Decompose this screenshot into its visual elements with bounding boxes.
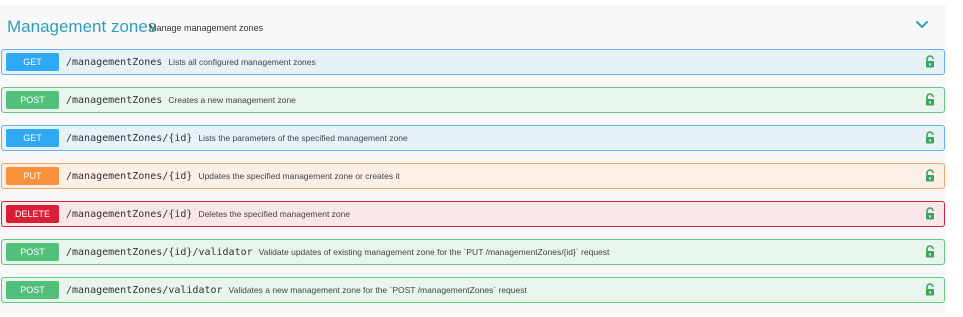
operation-path-line: /managementZones/{id} Updates the specifi…: [66, 164, 400, 188]
operation-path-line: /managementZones/{id} Deletes the specifi…: [66, 202, 350, 226]
operation-path: /managementZones: [66, 95, 163, 106]
operation-path-line: /managementZones/{id} Lists the parameter…: [66, 126, 408, 150]
method-badge: POST: [6, 243, 59, 261]
operation-summary: Updates the specified management zone or…: [198, 171, 400, 181]
unlock-icon[interactable]: [924, 207, 936, 221]
operation-path: /managementZones/{id}/validator: [66, 247, 253, 258]
operation-path: /managementZones/validator: [66, 285, 223, 296]
method-badge: POST: [6, 91, 59, 109]
method-badge: DELETE: [6, 205, 59, 223]
operation-get-management-zone-by-id[interactable]: GET /managementZones/{id} Lists the param…: [1, 125, 945, 151]
method-badge: POST: [6, 281, 59, 299]
operation-summary: Lists the parameters of the specified ma…: [198, 133, 408, 143]
section-description: Manage management zones: [149, 23, 264, 33]
operation-summary: Creates a new management zone: [168, 95, 296, 105]
operation-delete-management-zone[interactable]: DELETE /managementZones/{id} Deletes the …: [1, 201, 945, 227]
operation-post-validate-new-management-zone[interactable]: POST /managementZones/validator Validates…: [1, 277, 945, 303]
section-header[interactable]: Management zones Manage management zones: [0, 5, 946, 45]
operation-get-management-zones[interactable]: GET /managementZones Lists all configured…: [1, 49, 945, 75]
unlock-icon[interactable]: [924, 245, 936, 259]
operation-summary: Deletes the specified management zone: [198, 209, 351, 219]
unlock-icon[interactable]: [924, 55, 936, 69]
method-badge: GET: [6, 53, 59, 71]
method-badge: GET: [6, 129, 59, 147]
operation-path: /managementZones/{id}: [66, 133, 193, 144]
unlock-icon[interactable]: [924, 93, 936, 107]
operation-path-line: /managementZones Lists all configured man…: [66, 50, 316, 74]
method-badge: PUT: [6, 167, 59, 185]
operation-put-management-zone[interactable]: PUT /managementZones/{id} Updates the spe…: [1, 163, 945, 189]
operation-path: /managementZones/{id}: [66, 209, 193, 220]
section-title[interactable]: Management zones: [7, 17, 156, 37]
operation-summary: Validate updates of existing management …: [258, 247, 610, 257]
unlock-icon[interactable]: [924, 131, 936, 145]
operation-post-management-zones[interactable]: POST /managementZones Creates a new manag…: [1, 87, 945, 113]
management-zones-section: Management zones Manage management zones…: [0, 5, 946, 313]
operation-path-line: /managementZones/{id}/validator Validate …: [66, 240, 609, 264]
operation-path: /managementZones: [66, 57, 163, 68]
operation-summary: Lists all configured management zones: [168, 57, 316, 67]
unlock-icon[interactable]: [924, 283, 936, 297]
operation-path: /managementZones/{id}: [66, 171, 193, 182]
operation-path-line: /managementZones Creates a new management…: [66, 88, 296, 112]
operation-summary: Validates a new management zone for the …: [228, 285, 527, 295]
chevron-down-icon[interactable]: [913, 18, 931, 32]
unlock-icon[interactable]: [924, 169, 936, 183]
operation-path-line: /managementZones/validator Validates a ne…: [66, 278, 527, 302]
operation-post-validate-management-zone-update[interactable]: POST /managementZones/{id}/validator Vali…: [1, 239, 945, 265]
